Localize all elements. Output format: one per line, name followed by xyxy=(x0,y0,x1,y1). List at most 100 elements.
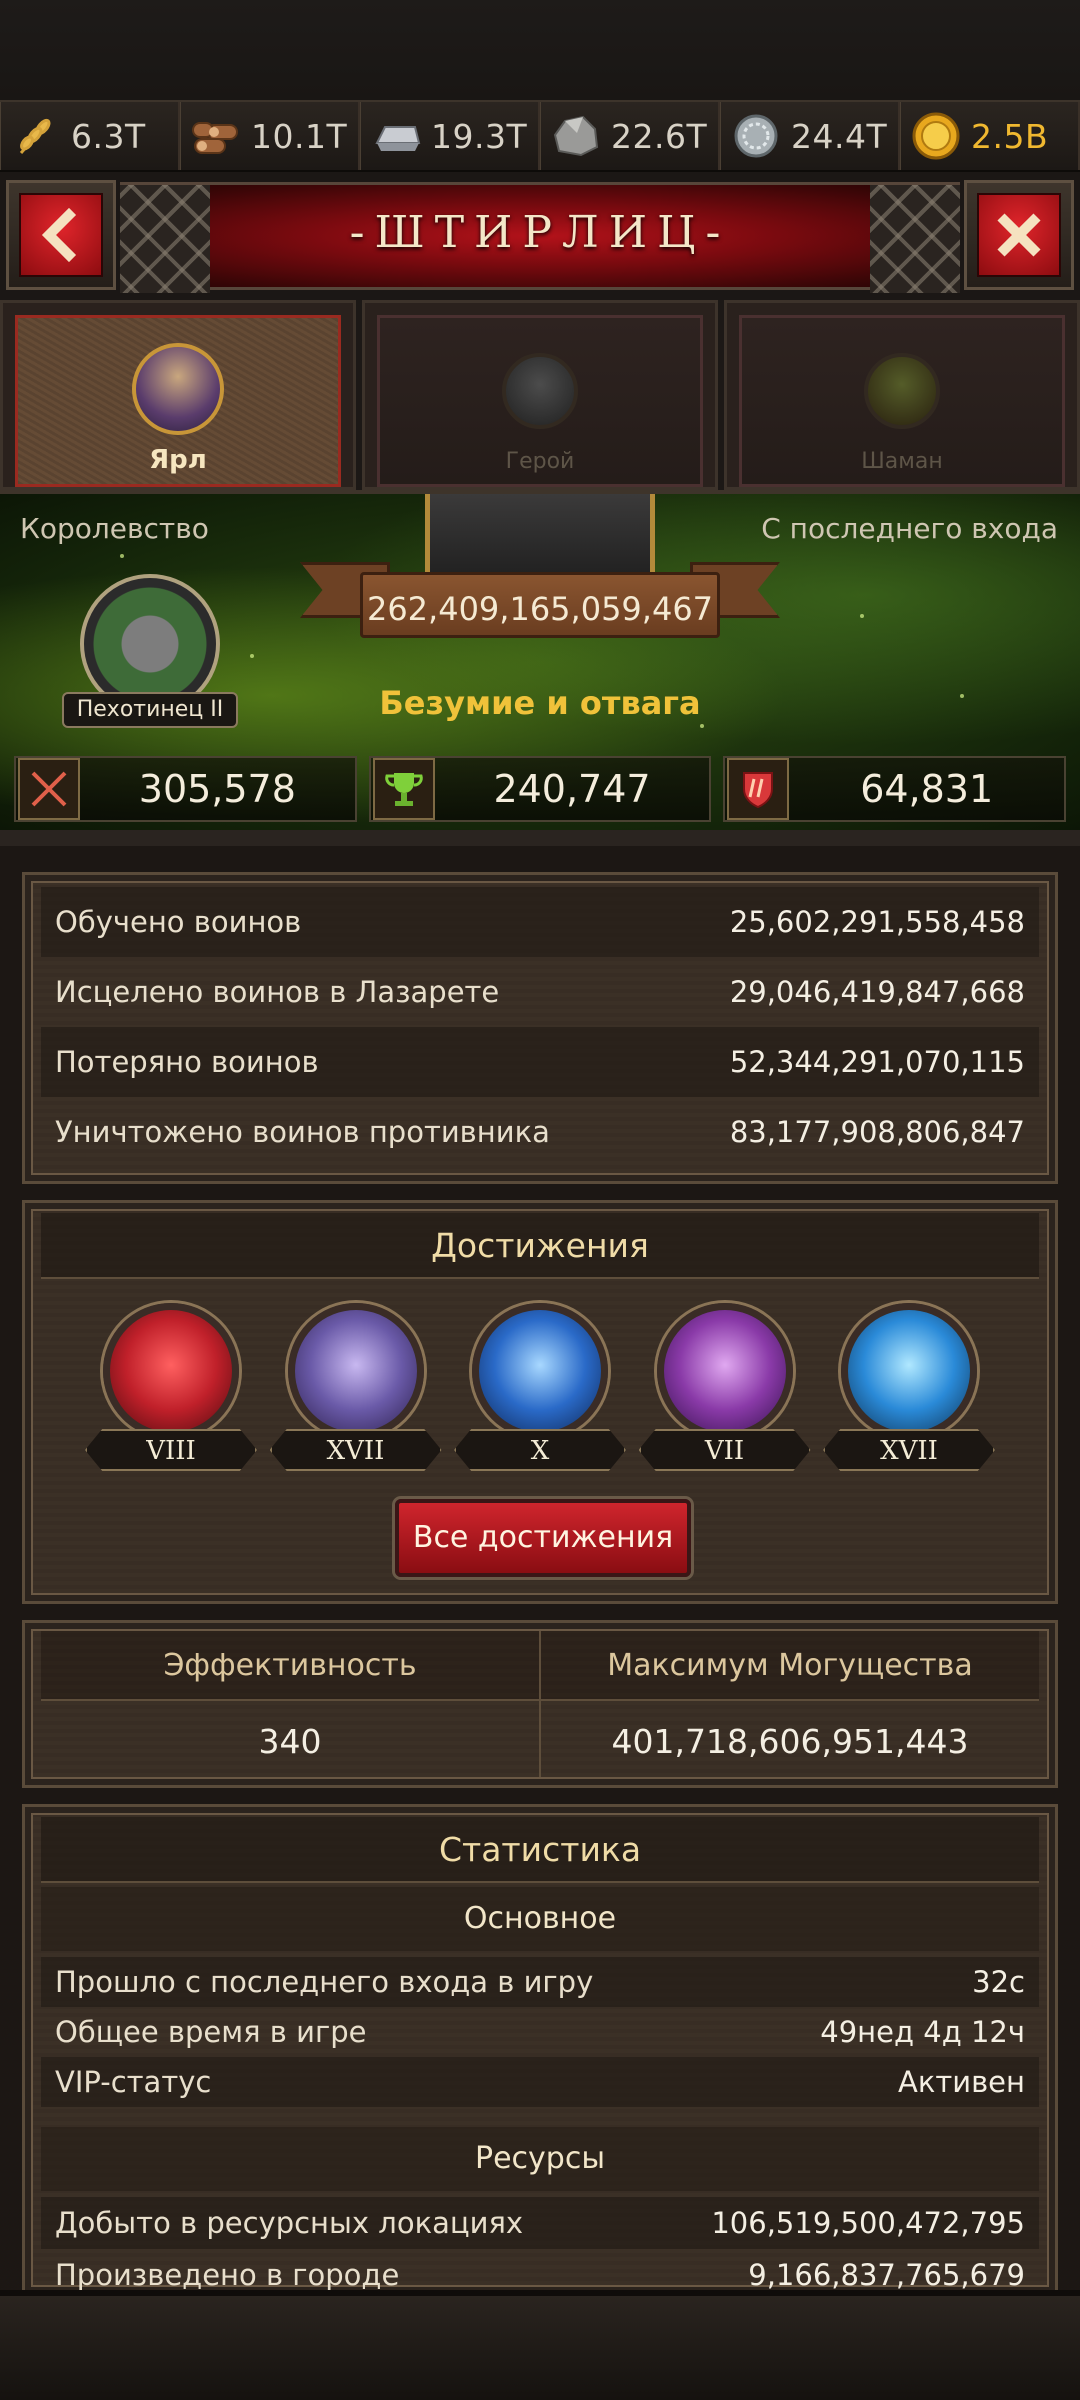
stat-value: 9,166,837,765,679 xyxy=(748,2258,1025,2292)
list-item: Потеряно воинов 52,344,291,070,115 xyxy=(41,1027,1039,1097)
stat-value: 29,046,419,847,668 xyxy=(729,975,1025,1009)
list-item: Добыто в ресурсных локациях 106,519,500,… xyxy=(41,2197,1039,2249)
resource-silver[interactable]: 24.4T xyxy=(720,102,900,170)
list-item: Произведено в городе 9,166,837,765,679 xyxy=(41,2249,1039,2293)
achievement-level: XVII xyxy=(823,1429,995,1471)
silver-icon xyxy=(731,111,781,161)
resource-value: 10.1T xyxy=(251,116,348,156)
red-gate-achievement-icon xyxy=(103,1303,239,1439)
resource-gold[interactable]: 2.5B xyxy=(900,102,1080,170)
basic-section-title: Основное xyxy=(41,1887,1039,1951)
stat-label: Исцелено воинов в Лазарете xyxy=(55,975,500,1009)
profile-banner: Королевство С последнего входа Пехотинец… xyxy=(0,490,1080,830)
kpi-defense[interactable]: 64,831 xyxy=(723,756,1067,822)
achievement-item[interactable]: X xyxy=(454,1303,626,1483)
stat-label: Потеряно воинов xyxy=(55,1045,319,1079)
wheat-icon xyxy=(11,111,61,161)
resource-wood[interactable]: 10.1T xyxy=(180,102,360,170)
achievement-level: VII xyxy=(638,1429,811,1471)
resources-section-title: Ресурсы xyxy=(41,2127,1039,2191)
list-item: Обучено воинов 25,602,291,558,458 xyxy=(41,887,1039,957)
coin-hand-achievement-icon xyxy=(841,1303,977,1439)
close-button[interactable] xyxy=(964,180,1074,290)
achievements-panel: Достижения VIII XVII X VII XVII Все дост… xyxy=(22,1200,1058,1604)
bottom-frame xyxy=(0,2290,1080,2400)
kpi-row: 305,578 240,747 64,831 xyxy=(0,756,1080,834)
stat-label: VIP-статус xyxy=(55,2065,212,2099)
tab-hero[interactable]: Герой xyxy=(362,300,718,490)
list-item: Исцелено воинов в Лазарете 29,046,419,84… xyxy=(41,957,1039,1027)
resource-wheat[interactable]: 6.3T xyxy=(0,102,180,170)
tab-label: Шаман xyxy=(861,449,943,474)
resource-value: 19.3T xyxy=(431,116,528,156)
achievement-item[interactable]: VII xyxy=(638,1303,811,1483)
achievement-item[interactable]: XVII xyxy=(269,1303,442,1483)
sparkle xyxy=(250,654,254,658)
resource-value: 2.5B xyxy=(971,116,1049,156)
back-arrow-icon xyxy=(41,207,77,263)
blueprint-achievement-icon xyxy=(472,1303,608,1439)
stat-label: Общее время в игре xyxy=(55,2015,367,2049)
last-login-label: С последнего входа xyxy=(761,512,1058,545)
kingdom-label: Королевство xyxy=(20,512,209,545)
shaman-avatar xyxy=(864,353,940,429)
max-power-label: Максимум Могущества xyxy=(541,1631,1039,1701)
trophy-icon xyxy=(372,758,435,820)
wood-logs-icon xyxy=(191,111,241,161)
content-area: Обучено воинов 25,602,291,558,458 Исцеле… xyxy=(0,830,1080,2330)
tree-book-achievement-icon xyxy=(656,1303,793,1439)
crossed-swords-icon xyxy=(18,758,80,820)
resource-bar: 6.3T 10.1T 19.3T 22.6T 24.4T 2.5B xyxy=(0,100,1080,172)
resource-value: 6.3T xyxy=(71,116,146,156)
achievement-level: XVII xyxy=(269,1429,442,1471)
stat-label: Прошло с последнего входа в игру xyxy=(55,1965,594,1999)
stat-value: 83,177,908,806,847 xyxy=(729,1115,1025,1149)
all-achievements-button[interactable]: Все достижения xyxy=(395,1499,691,1577)
stat-label: Произведено в городе xyxy=(55,2258,400,2292)
sparkle xyxy=(700,724,704,728)
list-item: VIP-статус Активен xyxy=(41,2057,1039,2107)
sparkle xyxy=(120,554,124,558)
shield-icon xyxy=(727,758,790,820)
efficiency-label: Эффективность xyxy=(41,1631,539,1701)
close-x-icon xyxy=(997,213,1041,257)
back-button[interactable] xyxy=(6,180,116,290)
title-plaque: -ШТИРЛИЦ- xyxy=(120,182,960,293)
achievement-item[interactable]: VIII xyxy=(85,1303,257,1483)
tab-shaman[interactable]: Шаман xyxy=(724,300,1080,490)
max-power-column: Максимум Могущества 401,718,606,951,443 xyxy=(541,1631,1039,1777)
hero-avatar xyxy=(502,353,578,429)
resource-stats-list: Добыто в ресурсных локациях 106,519,500,… xyxy=(41,2197,1039,2293)
basic-stats-list: Прошло с последнего входа в игру 32с Общ… xyxy=(41,1957,1039,2107)
gold-coin-icon xyxy=(911,111,961,161)
stat-label: Уничтожено воинов противника xyxy=(55,1115,550,1149)
resource-stone[interactable]: 22.6T xyxy=(540,102,720,170)
tab-jarl[interactable]: Ярл xyxy=(0,300,356,490)
stat-value: Активен xyxy=(898,2065,1025,2099)
achievements-list: VIII XVII X VII XVII xyxy=(85,1303,995,1483)
stat-value: 106,519,500,472,795 xyxy=(711,2206,1025,2240)
resource-iron[interactable]: 19.3T xyxy=(360,102,540,170)
tab-label: Ярл xyxy=(149,445,207,475)
jarl-avatar xyxy=(132,343,224,435)
list-item: Общее время в игре 49нед 4д 12ч xyxy=(41,2007,1039,2057)
statistics-title: Статистика xyxy=(41,1817,1039,1883)
list-item: Прошло с последнего входа в игру 32с xyxy=(41,1957,1039,2007)
achievement-item[interactable]: XVII xyxy=(823,1303,995,1483)
resource-value: 22.6T xyxy=(611,116,708,156)
statistics-panel: Статистика Основное Прошло с последнего … xyxy=(22,1804,1058,2296)
efficiency-value: 340 xyxy=(258,1722,322,1761)
efficiency-column: Эффективность 340 xyxy=(41,1631,541,1777)
kpi-trophies[interactable]: 240,747 xyxy=(368,756,712,822)
kpi-value: 240,747 xyxy=(493,767,651,811)
troops-panel: Обучено воинов 25,602,291,558,458 Исцеле… xyxy=(22,872,1058,1184)
stat-value: 32с xyxy=(972,1965,1025,1999)
page-title: -ШТИРЛИЦ- xyxy=(349,207,731,258)
max-power-value: 401,718,606,951,443 xyxy=(611,1722,969,1761)
sparkle xyxy=(860,614,864,618)
status-bar-area xyxy=(0,0,1080,100)
kpi-value: 64,831 xyxy=(860,767,994,811)
iron-ingot-icon xyxy=(371,111,421,161)
kpi-kills[interactable]: 305,578 xyxy=(14,756,357,822)
achievement-level: X xyxy=(454,1429,626,1471)
